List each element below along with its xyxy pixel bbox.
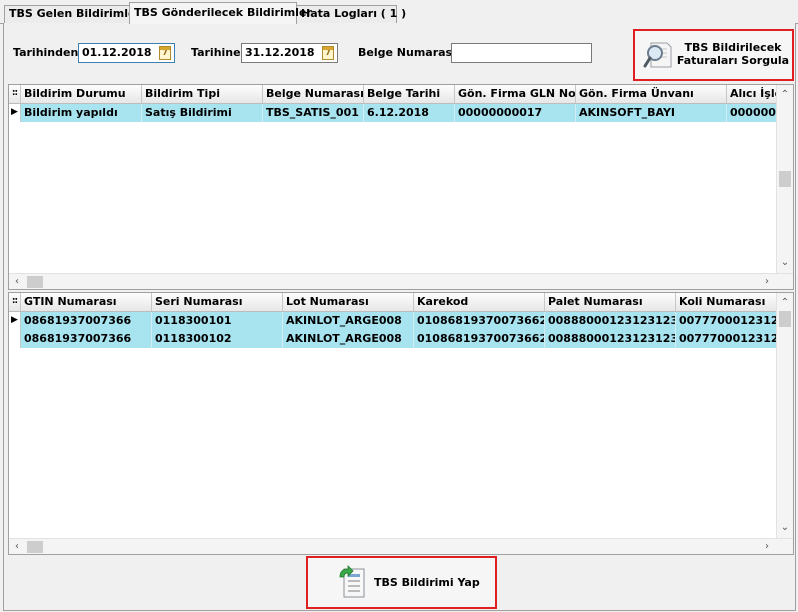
submit-button-label: TBS Bildirimi Yap: [374, 576, 480, 589]
grid-header: :: Bildirim Durumu Bildirim Tipi Belge N…: [9, 85, 787, 104]
date-to-field[interactable]: 31.12.2018 7: [241, 43, 338, 63]
grid-indicator-header: ::: [9, 85, 21, 103]
scroll-left-icon[interactable]: ‹: [9, 274, 25, 289]
query-button-label-2: Faturaları Sorgula: [676, 54, 790, 67]
column-header[interactable]: Bildirim Durumu: [21, 85, 142, 103]
doc-no-field[interactable]: [451, 43, 592, 63]
cell[interactable]: 00777000123123: [676, 330, 779, 348]
cell[interactable]: Bildirim yapıldı: [21, 104, 142, 122]
grid-indicator-header: ::: [9, 293, 21, 311]
cell[interactable]: 008880001231231231: [545, 312, 676, 330]
cell[interactable]: 08681937007366: [21, 312, 152, 330]
document-send-icon: [339, 565, 365, 598]
calendar-icon[interactable]: 7: [159, 46, 171, 60]
horizontal-scrollbar[interactable]: ‹ ›: [9, 538, 793, 554]
tab-tbs-gonderilecek[interactable]: TBS Gönderilecek Bildirimler: [129, 2, 312, 24]
scroll-thumb[interactable]: [779, 171, 791, 187]
cell[interactable]: 0108681937007366210: [414, 312, 545, 330]
column-header[interactable]: Gön. Firma Ünvanı: [576, 85, 727, 103]
scroll-down-icon[interactable]: ⌄: [777, 255, 793, 271]
row-indicator-icon: [9, 330, 21, 348]
table-row[interactable]: 08681937007366 0118300102 AKINLOT_ARGE00…: [9, 330, 779, 349]
column-header[interactable]: Koli Numarası: [676, 293, 779, 311]
date-from-label: Tarihinden: [13, 46, 79, 59]
column-header[interactable]: Bildirim Tipi: [142, 85, 263, 103]
cell[interactable]: Satış Bildirimi: [142, 104, 263, 122]
cell[interactable]: 0118300101: [152, 312, 283, 330]
column-header[interactable]: Seri Numarası: [152, 293, 283, 311]
query-invoices-button[interactable]: TBS Bildirilecek Faturaları Sorgula: [633, 29, 794, 81]
column-header[interactable]: Gön. Firma GLN No: [455, 85, 576, 103]
scroll-left-icon[interactable]: ‹: [9, 539, 25, 554]
date-to-label: Tarihine: [191, 46, 241, 59]
column-header[interactable]: Belge Tarihi: [364, 85, 455, 103]
date-from-value: 01.12.2018: [82, 46, 152, 59]
tab-label: TBS Gelen Bildirimler: [9, 7, 141, 20]
scroll-down-icon[interactable]: ⌄: [777, 520, 793, 536]
column-header[interactable]: Palet Numarası: [545, 293, 676, 311]
scroll-right-icon[interactable]: ›: [759, 274, 775, 289]
calendar-icon[interactable]: 7: [322, 46, 334, 60]
date-to-value: 31.12.2018: [245, 46, 315, 59]
vertical-scrollbar[interactable]: ⌃ ⌄: [776, 85, 793, 273]
column-header[interactable]: Karekod: [414, 293, 545, 311]
tab-label: TBS Gönderilecek Bildirimler: [134, 6, 312, 19]
notifications-grid[interactable]: :: Bildirim Durumu Bildirim Tipi Belge N…: [8, 84, 794, 290]
cell[interactable]: 0118300102: [152, 330, 283, 348]
scroll-up-icon[interactable]: ⌃: [777, 87, 793, 103]
column-header[interactable]: GTIN Numarası: [21, 293, 152, 311]
items-grid[interactable]: :: GTIN Numarası Seri Numarası Lot Numar…: [8, 292, 794, 555]
cell[interactable]: 008880001231231231: [545, 330, 676, 348]
magnifier-document-icon: [643, 42, 672, 68]
cell[interactable]: 00000000017: [455, 104, 576, 122]
scroll-thumb[interactable]: [27, 276, 43, 288]
scroll-right-icon[interactable]: ›: [759, 539, 775, 554]
horizontal-scrollbar[interactable]: ‹ ›: [9, 273, 793, 289]
row-indicator-icon: ▶: [9, 312, 21, 330]
tab-tbs-gelen[interactable]: TBS Gelen Bildirimler: [4, 5, 141, 23]
cell[interactable]: AKINLOT_ARGE008: [283, 312, 414, 330]
cell[interactable]: 00777000123123: [676, 312, 779, 330]
cell[interactable]: AKINLOT_ARGE008: [283, 330, 414, 348]
vertical-scrollbar[interactable]: ⌃ ⌄: [776, 293, 793, 538]
cell[interactable]: AKINSOFT_BAYI: [576, 104, 727, 122]
column-header[interactable]: Lot Numarası: [283, 293, 414, 311]
tab-label: Hata Logları ( 1 ): [301, 7, 407, 20]
column-header[interactable]: Belge Numarası: [263, 85, 364, 103]
cell[interactable]: TBS_SATIS_001: [263, 104, 364, 122]
date-from-field[interactable]: 01.12.2018 7: [78, 43, 175, 63]
doc-no-label: Belge Numarası: [358, 46, 456, 59]
query-button-label-1: TBS Bildirilecek: [684, 41, 782, 54]
cell[interactable]: 0108681937007366210: [414, 330, 545, 348]
scroll-thumb[interactable]: [27, 541, 43, 553]
scroll-up-icon[interactable]: ⌃: [777, 295, 793, 311]
scroll-thumb[interactable]: [779, 311, 791, 327]
submit-notification-button[interactable]: TBS Bildirimi Yap: [306, 556, 497, 609]
table-row[interactable]: ▶ Bildirim yapıldı Satış Bildirimi TBS_S…: [9, 104, 787, 123]
table-row[interactable]: ▶ 08681937007366 0118300101 AKINLOT_ARGE…: [9, 312, 779, 331]
grid-header: :: GTIN Numarası Seri Numarası Lot Numar…: [9, 293, 779, 312]
cell[interactable]: 08681937007366: [21, 330, 152, 348]
row-indicator-icon: ▶: [9, 104, 21, 122]
cell[interactable]: 6.12.2018: [364, 104, 455, 122]
